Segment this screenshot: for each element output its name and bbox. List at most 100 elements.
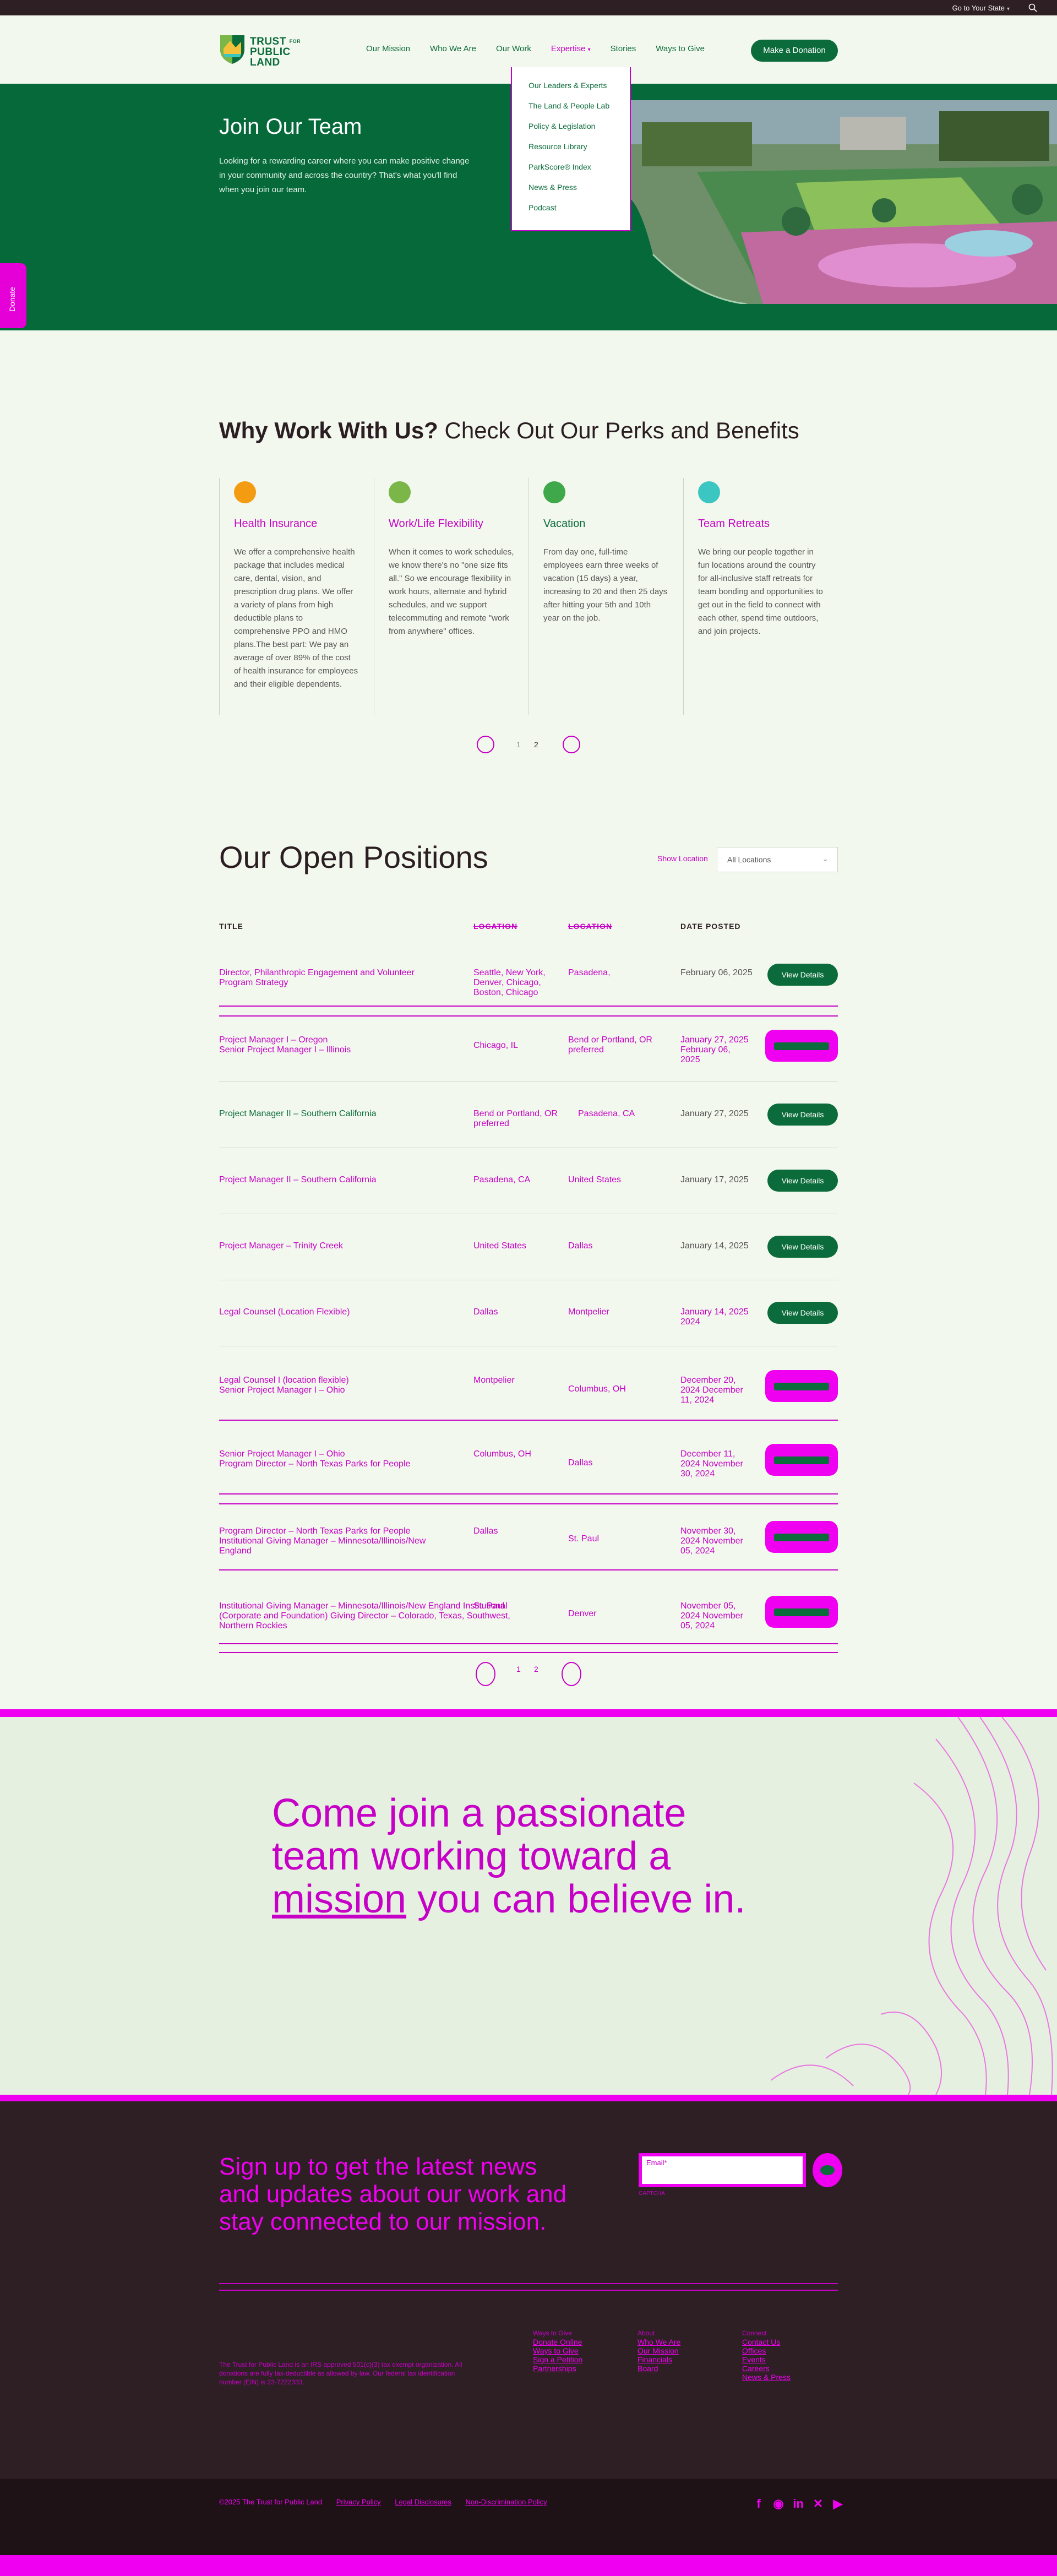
nav-expertise[interactable]: Expertise ▾	[551, 44, 591, 53]
view-details-button[interactable]	[765, 1370, 838, 1402]
job-location: St. Paul	[568, 1534, 600, 1544]
instagram-icon[interactable]: ◉	[772, 2495, 785, 2513]
job-title[interactable]: Program Director – North Texas Parks for…	[219, 1526, 450, 1556]
page-1[interactable]: 1	[516, 740, 521, 749]
state-selector[interactable]: Go to Your State ▾	[952, 4, 1010, 12]
logo-mark-icon	[220, 35, 244, 64]
logo[interactable]: TRUST FOR PUBLIC LAND	[219, 33, 313, 68]
footer-divider	[219, 2283, 838, 2284]
email-field[interactable]: Email*	[639, 2153, 806, 2187]
job-title[interactable]: Legal Counsel I (location flexible) Senio…	[219, 1376, 450, 1395]
menu-item-leaders-experts[interactable]: Our Leaders & Experts	[528, 80, 630, 101]
magenta-divider	[0, 1709, 1057, 1717]
view-details-button[interactable]: View Details	[767, 964, 838, 986]
footer-link[interactable]: Careers	[742, 2364, 791, 2373]
linkedin-icon[interactable]: in	[792, 2495, 805, 2513]
x-icon[interactable]: ✕	[811, 2495, 825, 2513]
copyright: ©2025 The Trust for Public Land	[219, 2498, 323, 2506]
footer-about: The Trust for Public Land is an IRS appr…	[219, 2361, 462, 2386]
prev-arrow-icon[interactable]	[477, 736, 494, 753]
job-date: February 06, 2025	[680, 968, 753, 977]
chevron-down-icon: ▾	[587, 47, 591, 53]
nav-ways-to-give[interactable]: Ways to Give	[656, 44, 705, 53]
footer-col-heading: About	[638, 2329, 655, 2337]
menu-item-news-press[interactable]: News & Press	[528, 182, 630, 203]
legal-links: ©2025 The Trust for Public Land Privacy …	[219, 2498, 547, 2507]
footer-link[interactable]: Financials	[638, 2355, 680, 2364]
footer-link[interactable]: Ways to Give	[533, 2346, 582, 2355]
next-arrow-icon[interactable]	[563, 736, 580, 753]
chevron-down-icon: ▾	[1006, 6, 1010, 12]
youtube-icon[interactable]: ▶	[831, 2495, 844, 2513]
table-row: Project Manager I – Oregon Senior Project…	[219, 1026, 838, 1082]
menu-item-land-people-lab[interactable]: The Land & People Lab	[528, 101, 630, 121]
job-date: December 20, 2024 December 11, 2024	[680, 1376, 743, 1405]
job-title[interactable]: Project Manager – Trinity Creek	[219, 1241, 450, 1251]
footer-link[interactable]: News & Press	[742, 2373, 791, 2382]
join-headline: Come join a passionate team working towa…	[272, 1791, 746, 1921]
page-2[interactable]: 2	[534, 740, 538, 749]
row-divider	[219, 1569, 838, 1570]
footer-link[interactable]: Who We Are	[638, 2338, 680, 2346]
job-location: Bend or Portland, OR preferred	[568, 1035, 652, 1055]
job-title[interactable]: Director, Philanthropic Engagement and V…	[219, 968, 450, 988]
legal-disclosures-link[interactable]: Legal Disclosures	[395, 2498, 451, 2506]
view-details-button[interactable]	[765, 1030, 838, 1062]
perk-title: Work/Life Flexibility	[389, 518, 483, 530]
view-details-button[interactable]	[765, 1596, 838, 1628]
job-title[interactable]: Project Manager II – Southern California	[219, 1175, 450, 1185]
location-filter-select[interactable]: All Locations ⌄	[717, 847, 838, 872]
retreat-icon	[698, 481, 720, 503]
view-details-button[interactable]: View Details	[767, 1170, 838, 1192]
perk-title: Team Retreats	[698, 518, 770, 530]
job-title[interactable]: Senior Project Manager I – Ohio Program D…	[219, 1449, 450, 1469]
view-details-button[interactable]	[765, 1521, 838, 1553]
menu-item-parkscore-index[interactable]: ParkScore® Index	[528, 162, 630, 182]
footer-link[interactable]: Contact Us	[742, 2338, 791, 2346]
row-divider	[219, 1493, 838, 1494]
non-discrimination-link[interactable]: Non-Discrimination Policy	[466, 2498, 547, 2506]
footer-link[interactable]: Sign a Petition	[533, 2355, 582, 2364]
perk-card: Vacation From day one, full-time employe…	[528, 478, 683, 715]
perk-card: Work/Life Flexibility When it comes to w…	[374, 478, 528, 715]
table-row: Project Manager II – Southern California…	[219, 1093, 838, 1148]
job-location: Bend or Portland, OR preferred	[473, 1109, 558, 1128]
privacy-policy-link[interactable]: Privacy Policy	[336, 2498, 381, 2506]
footer-link[interactable]: Donate Online	[533, 2338, 582, 2346]
footer-link[interactable]: Offices	[742, 2346, 791, 2355]
perk-body: When it comes to work schedules, we know…	[389, 547, 514, 636]
facebook-icon[interactable]: f	[752, 2495, 765, 2513]
footer-link[interactable]: Events	[742, 2355, 791, 2364]
side-donate-tab[interactable]: Donate	[0, 263, 26, 328]
next-arrow-icon[interactable]	[562, 1662, 581, 1686]
job-location: Denver	[568, 1609, 597, 1618]
side-donate-label: Donate	[8, 286, 17, 312]
search-icon[interactable]	[1028, 3, 1037, 12]
row-divider	[219, 1420, 838, 1421]
view-details-button[interactable]: View Details	[767, 1236, 838, 1258]
perk-cards: Health Insurance We offer a comprehensiv…	[219, 478, 838, 715]
submit-arrow-icon[interactable]	[813, 2153, 842, 2187]
nav-our-work[interactable]: Our Work	[496, 44, 531, 53]
view-details-button[interactable]	[765, 1444, 838, 1476]
footer-link[interactable]: Partnerships	[533, 2364, 582, 2373]
job-title[interactable]: Project Manager I – Oregon Senior Project…	[219, 1035, 450, 1055]
nav-stories[interactable]: Stories	[611, 44, 636, 53]
menu-item-policy-legislation[interactable]: Policy & Legislation	[528, 121, 630, 142]
make-donation-button[interactable]: Make a Donation	[751, 40, 838, 62]
job-date: January 17, 2025	[680, 1175, 749, 1184]
health-icon	[234, 481, 256, 503]
nav-our-mission[interactable]: Our Mission	[366, 44, 410, 53]
menu-item-podcast[interactable]: Podcast	[528, 203, 630, 223]
view-details-button[interactable]: View Details	[767, 1104, 838, 1126]
nav-who-we-are[interactable]: Who We Are	[430, 44, 476, 53]
prev-arrow-icon[interactable]	[476, 1662, 495, 1686]
footer-link[interactable]: Our Mission	[638, 2346, 680, 2355]
job-title[interactable]: Legal Counsel (Location Flexible)	[219, 1307, 450, 1317]
menu-item-resource-library[interactable]: Resource Library	[528, 142, 630, 162]
view-details-button[interactable]: View Details	[767, 1302, 838, 1324]
page-2[interactable]: 2	[534, 1665, 538, 1673]
job-title[interactable]: Project Manager II – Southern California	[219, 1109, 450, 1119]
page-1[interactable]: 1	[516, 1665, 521, 1673]
footer-link[interactable]: Board	[638, 2364, 680, 2373]
